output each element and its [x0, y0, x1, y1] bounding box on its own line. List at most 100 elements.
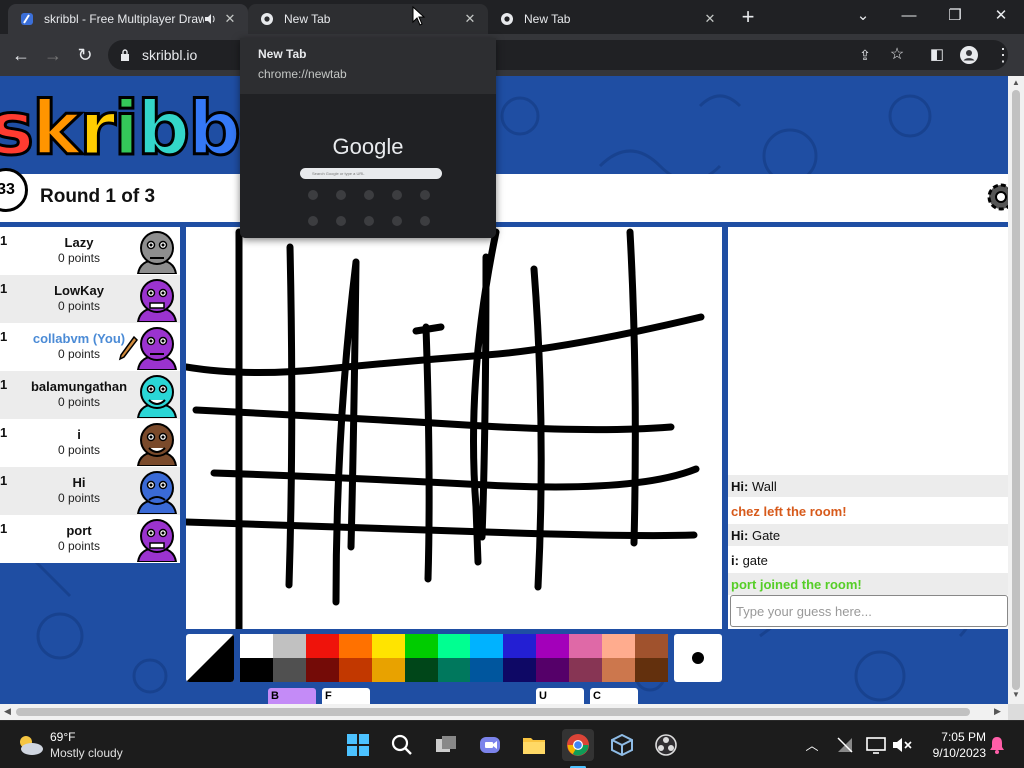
player-points: 0 points [57, 251, 101, 265]
reload-icon[interactable]: ↻ [72, 42, 98, 68]
color-swatch[interactable] [635, 658, 668, 682]
color-swatch[interactable] [536, 634, 570, 658]
scroll-up-arrow-icon[interactable]: ▲ [1012, 78, 1020, 87]
network-icon[interactable] [836, 736, 854, 754]
notification-bell-icon[interactable] [988, 735, 1006, 755]
teams-chat-button[interactable] [474, 729, 506, 761]
pencil-drawing-icon [118, 335, 138, 361]
current-color-icon[interactable] [186, 634, 234, 682]
share-icon[interactable]: ⇪ [852, 42, 878, 68]
lock-icon[interactable] [120, 49, 130, 61]
back-icon[interactable]: ← [8, 42, 34, 68]
color-swatch[interactable] [569, 658, 603, 682]
player-row[interactable]: 1 LowKay 0 points [0, 275, 180, 323]
player-row[interactable]: 1 i0 points [0, 419, 180, 467]
tool-brush-button[interactable]: B [268, 688, 316, 704]
horizontal-scrollbar[interactable]: ◀ ▶ [0, 704, 1008, 720]
color-swatch[interactable] [272, 634, 306, 658]
weather-widget[interactable]: 69°F Mostly cloudy [14, 729, 174, 761]
color-swatch[interactable] [305, 658, 339, 682]
new-tab-button[interactable]: + [736, 6, 760, 30]
player-name: Lazy [64, 235, 94, 250]
profile-icon[interactable] [956, 42, 982, 68]
tab-skribbl[interactable]: skribbl - Free Multiplayer Drawing ✕ [8, 4, 248, 34]
volume-muted-icon[interactable] [892, 736, 912, 754]
tray-overflow-icon[interactable]: ︿ [802, 735, 822, 755]
chat-sender: Hi: [731, 479, 749, 494]
settings-gear-icon[interactable] [984, 180, 1008, 214]
player-row[interactable]: 1 balamungathan 0 points [0, 371, 180, 419]
obs-button[interactable] [650, 729, 682, 761]
color-swatch[interactable] [305, 634, 339, 658]
color-swatch[interactable] [503, 634, 537, 658]
virtualbox-button[interactable] [606, 729, 638, 761]
color-swatch[interactable] [437, 634, 471, 658]
color-swatch[interactable] [470, 658, 504, 682]
color-swatch[interactable] [371, 658, 405, 682]
tab-search-button[interactable]: ⌄ [840, 3, 886, 29]
drawing-canvas[interactable] [182, 227, 722, 633]
vertical-scroll-thumb[interactable] [1012, 90, 1020, 690]
system-clock[interactable]: 7:05 PM 9/10/2023 [916, 729, 986, 761]
close-window-button[interactable]: ✕ [978, 3, 1024, 29]
shortcut-tile [308, 190, 318, 200]
chrome-icon [501, 13, 513, 25]
chat-message: i: gate [728, 549, 1008, 571]
color-swatch[interactable] [371, 634, 405, 658]
tab-new-tab-2[interactable]: New Tab ✕ [488, 4, 728, 34]
forward-icon[interactable]: → [40, 42, 66, 68]
minimize-button[interactable]: — [886, 3, 932, 29]
player-avatar-icon [136, 519, 178, 562]
close-tab-icon[interactable]: ✕ [222, 11, 238, 27]
start-button[interactable] [342, 729, 374, 761]
shortcut-tile [420, 190, 430, 200]
player-row[interactable]: 1 collabvm (You) 0 points [0, 323, 180, 371]
virtualbox-icon [611, 734, 633, 756]
vertical-scrollbar[interactable]: ▲ ▼ [1008, 76, 1024, 704]
color-swatch[interactable] [240, 634, 273, 658]
color-swatch[interactable] [635, 634, 668, 658]
scroll-right-arrow-icon[interactable]: ▶ [994, 706, 1001, 717]
url-text: skribbl.io [142, 47, 198, 63]
color-swatch[interactable] [602, 634, 636, 658]
menu-kebab-icon[interactable]: ⋮ [990, 42, 1016, 68]
side-panel-icon[interactable]: ◧ [924, 42, 950, 68]
player-row[interactable]: 1 Hi 0 points [0, 467, 180, 515]
player-row[interactable]: 1 port 0 points [0, 515, 180, 563]
browser-toolbar: ← → ↻ skribbl.io ⇪ ☆ ◧ ⋮ [0, 34, 1024, 76]
tool-clear-button[interactable]: C [590, 688, 638, 704]
color-swatch[interactable] [536, 658, 570, 682]
color-swatch[interactable] [272, 658, 306, 682]
scroll-left-arrow-icon[interactable]: ◀ [4, 706, 11, 717]
color-swatch[interactable] [437, 658, 471, 682]
color-swatch[interactable] [404, 658, 438, 682]
color-swatch[interactable] [569, 634, 603, 658]
color-swatch[interactable] [240, 658, 273, 682]
close-tab-icon[interactable]: ✕ [702, 11, 718, 27]
restore-button[interactable]: ❐ [932, 3, 978, 29]
bookmark-star-icon[interactable]: ☆ [884, 42, 910, 68]
taskbar-search-button[interactable] [386, 729, 418, 761]
color-swatch[interactable] [338, 658, 372, 682]
color-swatch[interactable] [602, 658, 636, 682]
close-tab-icon[interactable]: ✕ [462, 11, 478, 27]
color-swatch[interactable] [503, 658, 537, 682]
tool-fill-button[interactable]: F [322, 688, 370, 704]
scroll-down-arrow-icon[interactable]: ▼ [1012, 690, 1020, 699]
player-row[interactable]: 1 Lazy 0 points [0, 227, 180, 275]
display-icon[interactable] [866, 736, 886, 754]
color-swatch[interactable] [338, 634, 372, 658]
speaker-icon[interactable] [204, 13, 216, 25]
file-explorer-button[interactable] [518, 729, 550, 761]
brush-size-button[interactable] [674, 634, 722, 682]
hover-card-thumbnail: Google Search Google or type a URL [240, 94, 496, 238]
guess-input[interactable] [730, 595, 1008, 627]
horizontal-scroll-thumb[interactable] [16, 708, 970, 716]
color-swatch[interactable] [470, 634, 504, 658]
color-swatch[interactable] [404, 634, 438, 658]
tab-new-tab-1[interactable]: New Tab ✕ [248, 4, 488, 34]
chrome-taskbar-button[interactable] [562, 729, 594, 761]
task-view-button[interactable] [430, 729, 462, 761]
logo-letter: b [187, 85, 243, 174]
tool-undo-button[interactable]: U [536, 688, 584, 704]
